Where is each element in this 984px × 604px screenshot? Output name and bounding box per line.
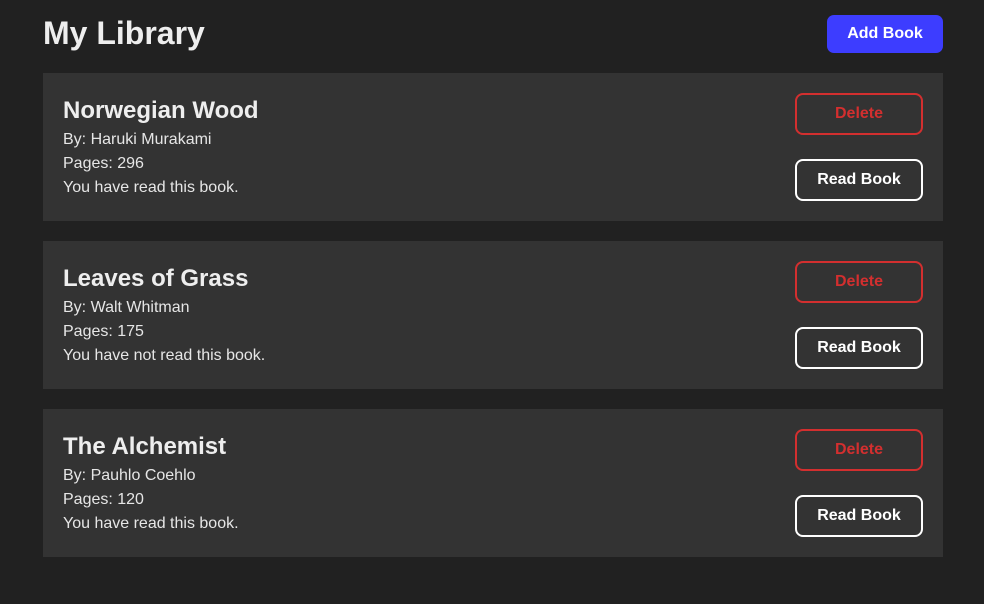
book-title: Norwegian Wood (63, 97, 259, 124)
book-author: By: Walt Whitman (63, 299, 190, 316)
book-card: The Alchemist By: Pauhlo Coehlo Pages: 1… (43, 409, 943, 557)
book-author: By: Pauhlo Coehlo (63, 467, 196, 484)
book-list: Norwegian Wood By: Haruki Murakami Pages… (43, 73, 943, 577)
book-card: Norwegian Wood By: Haruki Murakami Pages… (43, 73, 943, 221)
add-book-button[interactable]: Add Book (827, 15, 943, 53)
book-pages: Pages: 120 (63, 491, 144, 508)
library-page: My Library Add Book Norwegian Wood By: H… (0, 0, 984, 604)
delete-book-button[interactable]: Delete (795, 93, 923, 135)
book-pages: Pages: 296 (63, 155, 144, 172)
book-pages: Pages: 175 (63, 323, 144, 340)
book-read-status: You have read this book. (63, 179, 239, 196)
read-book-button[interactable]: Read Book (795, 495, 923, 537)
page-title: My Library (43, 15, 205, 51)
read-book-button[interactable]: Read Book (795, 159, 923, 201)
delete-book-button[interactable]: Delete (795, 429, 923, 471)
book-read-status: You have read this book. (63, 515, 239, 532)
book-title: The Alchemist (63, 433, 227, 460)
book-card: Leaves of Grass By: Walt Whitman Pages: … (43, 241, 943, 389)
read-book-button[interactable]: Read Book (795, 327, 923, 369)
book-author: By: Haruki Murakami (63, 131, 212, 148)
book-read-status: You have not read this book. (63, 347, 266, 364)
header: My Library Add Book (43, 0, 943, 70)
book-title: Leaves of Grass (63, 265, 249, 292)
delete-book-button[interactable]: Delete (795, 261, 923, 303)
